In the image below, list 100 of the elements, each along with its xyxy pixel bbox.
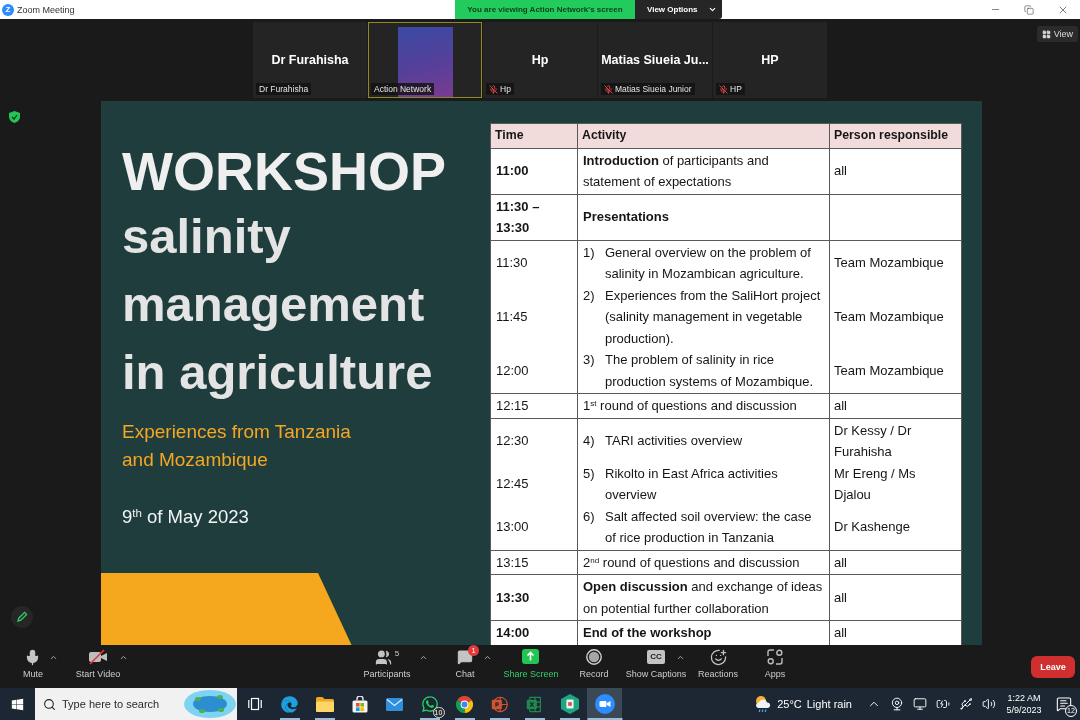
zoom-app-icon[interactable] bbox=[594, 694, 615, 714]
list-item-text: Rikolto in East Africa activities overview bbox=[605, 464, 779, 504]
table-cell-text: 12:45 bbox=[495, 475, 530, 494]
list-item-text: The problem of salinity in rice production systems of Mozambique. bbox=[605, 351, 815, 391]
participants-button[interactable]: 5 Participants bbox=[363, 649, 411, 680]
reactions-button[interactable]: Reactions bbox=[698, 649, 738, 680]
hexagon-app-icon[interactable] bbox=[560, 694, 579, 714]
show-captions-button[interactable]: CC Show Captions bbox=[625, 649, 687, 680]
record-button[interactable]: Record bbox=[579, 649, 609, 680]
excel-icon[interactable] bbox=[525, 694, 544, 714]
caret-icon[interactable] bbox=[49, 653, 58, 662]
app-logo: Z bbox=[2, 3, 14, 16]
column-header: Activity bbox=[581, 127, 628, 144]
table-cell-text: Presentations bbox=[582, 208, 670, 227]
share-screen-icon bbox=[522, 649, 540, 664]
slide-subtitle: Experiences from Tanzania and Mozambique bbox=[122, 420, 352, 472]
sun-cloud-rain-icon bbox=[754, 695, 773, 713]
window-title: Zoom Meeting bbox=[17, 4, 75, 15]
chevron-down-icon bbox=[708, 5, 717, 14]
search-icon bbox=[43, 697, 56, 711]
video-placeholder bbox=[397, 27, 453, 97]
screen-share-banner: You are viewing Action Network's screen bbox=[455, 0, 635, 19]
pencil-icon[interactable] bbox=[11, 606, 33, 628]
name-tag-text: Hp bbox=[500, 84, 511, 94]
leave-button[interactable]: Leave bbox=[1031, 655, 1075, 678]
name-tag-text: HP bbox=[730, 84, 742, 94]
windows-logo-icon[interactable] bbox=[11, 697, 24, 711]
list-number: 3) bbox=[583, 351, 596, 369]
table-cell-text: Team Mozambique bbox=[833, 308, 945, 326]
caret-icon[interactable] bbox=[483, 653, 492, 662]
shield-check-icon bbox=[9, 111, 20, 123]
table-cell-text: all bbox=[833, 162, 848, 181]
envelope-icon[interactable] bbox=[386, 697, 403, 711]
table-cell-text: 12:30 bbox=[495, 432, 530, 451]
list-number: 6) bbox=[583, 507, 596, 526]
edge-browser-icon[interactable] bbox=[281, 695, 298, 713]
participant-count: 5 bbox=[394, 649, 400, 658]
participant-name: Matias Siueia Ju... bbox=[601, 53, 709, 67]
share-screen-button[interactable]: Share Screen bbox=[503, 649, 559, 680]
captions-icon: CC bbox=[647, 650, 665, 664]
start-video-button[interactable]: Start Video bbox=[75, 649, 121, 680]
usb-icon[interactable] bbox=[958, 697, 973, 711]
weather-button[interactable]: 25°C Light rain bbox=[754, 688, 852, 720]
table-cell-text: 13:30 bbox=[495, 588, 531, 607]
folder-icon[interactable] bbox=[315, 696, 334, 712]
table-cell-text: Dr Kessy / Dr Furahisha bbox=[833, 421, 913, 461]
list-item-text: TARI activities overview bbox=[605, 432, 743, 451]
clock[interactable]: 1:22 AM 5/9/2023 bbox=[1000, 688, 1048, 720]
view-options-button[interactable]: View Options bbox=[635, 0, 722, 19]
people-icon bbox=[374, 649, 392, 666]
table-cell-text: Team Mozambique bbox=[833, 254, 945, 273]
table-cell-text: Team Mozambique bbox=[833, 361, 945, 380]
caret-icon[interactable] bbox=[676, 653, 685, 662]
active-app-button[interactable] bbox=[587, 688, 622, 720]
slide-date: 9$^{th}$ of May 2023 bbox=[122, 505, 249, 529]
table-cell-text: all bbox=[833, 397, 848, 415]
list-item-text: General overview on the problem of salinity in Mozambican agriculture. bbox=[605, 243, 812, 283]
list-item-text: Experiences from the SaliHort project (salinity management in vegetable production). bbox=[605, 286, 822, 348]
apps-icon bbox=[767, 649, 783, 665]
participant-name: HP bbox=[761, 53, 779, 67]
name-tag-text: Dr Furahisha bbox=[259, 84, 309, 94]
table-cell-text: all bbox=[833, 553, 848, 572]
chrome-browser-icon[interactable] bbox=[456, 695, 473, 713]
participant-name: Hp bbox=[531, 53, 549, 67]
table-cell-text: 14:00 bbox=[495, 624, 531, 642]
chat-bubble-icon bbox=[457, 649, 473, 665]
table-cell-text: 1$^{st}$ round of questions and discussion bbox=[582, 397, 798, 415]
monitor-icon[interactable] bbox=[912, 697, 927, 711]
grid-icon bbox=[1041, 29, 1051, 39]
table-cell-text: all bbox=[833, 588, 848, 607]
column-header: Person responsible bbox=[833, 127, 950, 144]
apps-button[interactable]: Apps bbox=[764, 649, 786, 680]
list-number: 5) bbox=[583, 464, 596, 483]
table-cell-text: 11:45 bbox=[495, 308, 529, 326]
name-tag-text: Action Network bbox=[374, 84, 432, 94]
table-cell-text: 11:00 bbox=[495, 162, 530, 181]
volume-icon[interactable] bbox=[981, 697, 996, 711]
name-tag-text: Matias Siueia Junior bbox=[615, 84, 692, 94]
restore-icon[interactable] bbox=[1024, 4, 1034, 15]
smiley-plus-icon bbox=[709, 649, 727, 666]
battery-icon[interactable] bbox=[935, 697, 950, 711]
list-number: 4) bbox=[583, 432, 596, 451]
table-cell-text: 12:00 bbox=[495, 361, 530, 380]
list-number: 1) bbox=[583, 243, 596, 262]
table-cell-text: Mr Ereng / Ms Djalou bbox=[833, 464, 917, 504]
task-view-icon[interactable] bbox=[247, 697, 262, 711]
powerpoint-icon[interactable] bbox=[490, 694, 509, 714]
caret-icon[interactable] bbox=[419, 653, 428, 662]
webcam-icon[interactable] bbox=[889, 697, 904, 711]
store-bag-icon[interactable] bbox=[351, 695, 368, 713]
search-field[interactable]: Type here to search bbox=[62, 698, 172, 710]
slide-heading: salinity management in agriculture bbox=[122, 208, 434, 401]
caret-icon[interactable] bbox=[119, 653, 128, 662]
view-button[interactable]: View bbox=[1036, 26, 1078, 42]
mute-button[interactable]: Mute bbox=[23, 649, 43, 680]
table-cell-text: 13:15 bbox=[495, 553, 530, 572]
table-cell-text: all bbox=[833, 624, 848, 642]
table-cell-text: Introduction of participants and statement of expectations bbox=[582, 151, 770, 191]
table-cell-text: Dr Kashenge bbox=[833, 518, 911, 537]
participant-name: Dr Furahisha bbox=[271, 53, 349, 67]
